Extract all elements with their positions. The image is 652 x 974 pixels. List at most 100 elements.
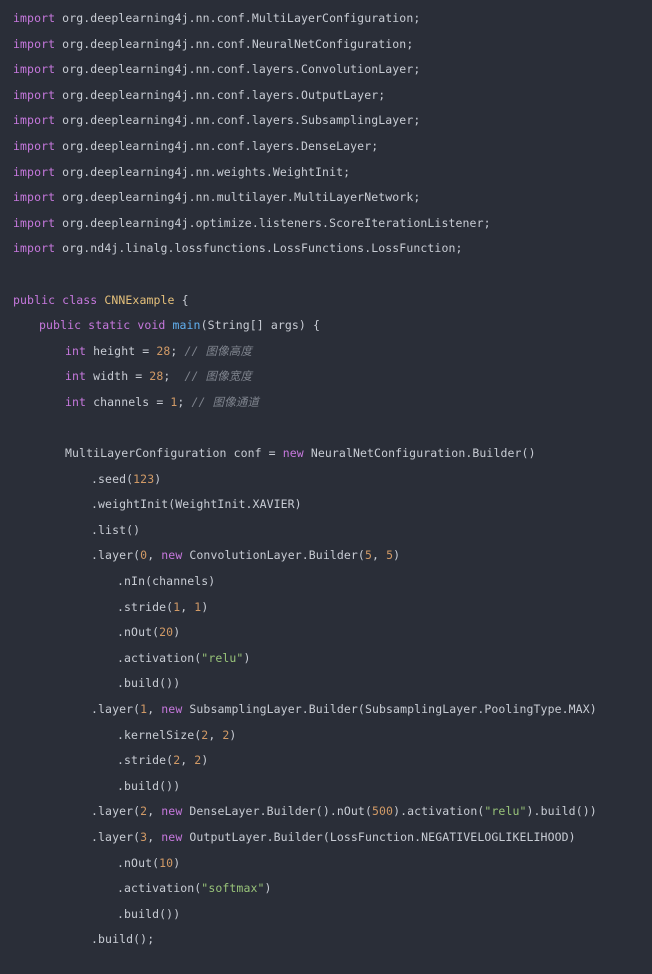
code-token-plain: (String[] args) { (200, 318, 320, 333)
code-token-kw: int (65, 369, 87, 384)
code-line: .nOut(20) (0, 620, 652, 646)
code-token-plain: org.nd4j.linalg.lossfunctions.LossFuncti… (55, 241, 463, 256)
code-token-num: 10 (159, 855, 174, 870)
code-token-kw: public static void (39, 318, 166, 333)
code-token-plain: .layer( (91, 804, 141, 819)
code-token-plain: .nOut( (117, 855, 160, 870)
code-token-kw: import (13, 138, 56, 153)
code-token-plain: .nIn(channels) (117, 574, 216, 589)
code-token-kw: import (13, 11, 56, 25)
code-line: .kernelSize(2, 2) (0, 723, 652, 749)
code-token-kw: int (65, 394, 87, 409)
code-line: .build()) (0, 774, 652, 800)
code-token-kw: new (161, 548, 183, 563)
code-token-plain: org.deeplearning4j.optimize.listeners.Sc… (55, 215, 491, 230)
code-token-plain: org.deeplearning4j.nn.conf.layers.DenseL… (55, 138, 379, 153)
code-line: int height = 28; // 图像高度 (0, 339, 652, 365)
code-line: public static void main(String[] args) { (0, 313, 652, 339)
code-line: .layer(3, new OutputLayer.Builder(LossFu… (0, 825, 652, 851)
code-token-plain: ) (264, 881, 272, 896)
code-token-plain: height = (86, 343, 157, 358)
code-token-plain: org.deeplearning4j.nn.conf.layers.Subsam… (55, 113, 421, 128)
code-token-kw: new (161, 702, 183, 717)
code-line: import org.deeplearning4j.nn.weights.Wei… (0, 160, 652, 186)
code-token-cmt: // (184, 343, 206, 358)
code-token-plain: .layer( (91, 548, 141, 563)
code-token-kw: import (13, 241, 56, 256)
code-token-plain: , (147, 804, 162, 819)
code-token-plain: OutputLayer.Builder(LossFunction.NEGATIV… (182, 830, 576, 844)
code-line: .layer(2, new DenseLayer.Builder().nOut(… (0, 799, 652, 825)
code-token-plain: , (147, 830, 162, 844)
code-line: .layer(0, new ConvolutionLayer.Builder(5… (0, 543, 652, 569)
code-token-kw: import (13, 190, 56, 205)
code-token-num: 123 (133, 471, 155, 486)
code-token-plain: { (174, 292, 189, 307)
code-token-plain: org.deeplearning4j.nn.multilayer.MultiLa… (55, 190, 421, 205)
code-token-str: "relu" (484, 804, 527, 819)
code-editor-pane[interactable]: import org.deeplearning4j.nn.conf.MultiL… (0, 0, 652, 974)
code-token-plain: ConvolutionLayer.Builder( (182, 548, 365, 563)
code-token-num: 500 (371, 804, 394, 819)
code-token-kw: import (13, 113, 56, 128)
code-token-plain: NeuralNetConfiguration.Builder() (303, 446, 536, 461)
code-token-plain: org.deeplearning4j.nn.conf.NeuralNetConf… (55, 36, 414, 51)
code-token-plain: org.deeplearning4j.nn.weights.WeightInit… (55, 164, 351, 179)
code-block: import org.deeplearning4j.nn.conf.MultiL… (0, 6, 652, 953)
code-token-plain: , (208, 727, 223, 742)
code-line: .nOut(10) (0, 851, 652, 877)
code-line: import org.deeplearning4j.nn.conf.MultiL… (0, 6, 652, 32)
code-token-plain: .build()) (117, 778, 181, 793)
code-line: .weightInit(WeightInit.XAVIER) (0, 492, 652, 518)
code-token-plain: ) (173, 625, 181, 640)
code-token-fn: main (172, 318, 201, 333)
code-token-cjk: 图像高度 (205, 343, 252, 358)
code-token-kw: new (161, 830, 183, 844)
code-line: import org.deeplearning4j.optimize.liste… (0, 211, 652, 237)
code-token-kw: int (65, 343, 87, 358)
code-line: .stride(1, 1) (0, 595, 652, 621)
code-line: .layer(1, new SubsamplingLayer.Builder(S… (0, 697, 652, 723)
code-token-kw: import (13, 215, 56, 230)
code-token-plain: .seed( (91, 471, 134, 486)
code-token-plain: ).build()) (526, 804, 597, 819)
code-line: .build()) (0, 671, 652, 697)
code-token-plain: org.deeplearning4j.nn.conf.layers.Output… (55, 87, 386, 102)
code-token-plain: org.deeplearning4j.nn.conf.layers.Convol… (55, 62, 421, 77)
code-token-num: 28 (156, 343, 171, 358)
code-line: import org.deeplearning4j.nn.multilayer.… (0, 185, 652, 211)
code-token-plain: .layer( (91, 830, 141, 844)
code-token-plain: ) (243, 650, 251, 665)
code-token-plain: ) (154, 471, 162, 486)
code-line: .build()) (0, 902, 652, 928)
code-token-num: 28 (149, 369, 164, 384)
code-token-kw: new (161, 804, 183, 819)
code-line: MultiLayerConfiguration conf = new Neura… (0, 441, 652, 467)
code-token-plain: .activation( (117, 881, 202, 896)
code-line: import org.deeplearning4j.nn.conf.layers… (0, 83, 652, 109)
code-line: .list() (0, 518, 652, 544)
code-line: .seed(123) (0, 467, 652, 493)
code-token-cmt: // (184, 369, 206, 384)
code-token-plain: .activation( (117, 650, 202, 665)
code-token-plain: , (372, 548, 387, 563)
code-token-kw: import (13, 36, 56, 51)
code-token-cjk: 图像通道 (212, 394, 259, 409)
code-token-plain: .stride( (117, 599, 174, 614)
code-token-cls: CNNExample (104, 292, 175, 307)
code-token-kw: import (13, 164, 56, 179)
code-token-plain: SubsamplingLayer.Builder(SubsamplingLaye… (182, 702, 597, 717)
code-token-plain: ) (173, 855, 181, 870)
code-token-plain: ) (201, 599, 209, 614)
code-token-plain: ) (229, 727, 237, 742)
code-line: int channels = 1; // 图像通道 (0, 390, 652, 416)
code-token-cmt: // (191, 394, 213, 409)
code-line: .activation("relu") (0, 646, 652, 672)
code-token-plain: .build(); (91, 932, 155, 947)
code-token-plain: ; (163, 369, 185, 384)
code-line: .activation("softmax") (0, 876, 652, 902)
code-token-plain: .kernelSize( (117, 727, 202, 742)
code-token-plain: .layer( (91, 702, 141, 717)
code-token-plain: DenseLayer.Builder().nOut( (182, 804, 372, 819)
